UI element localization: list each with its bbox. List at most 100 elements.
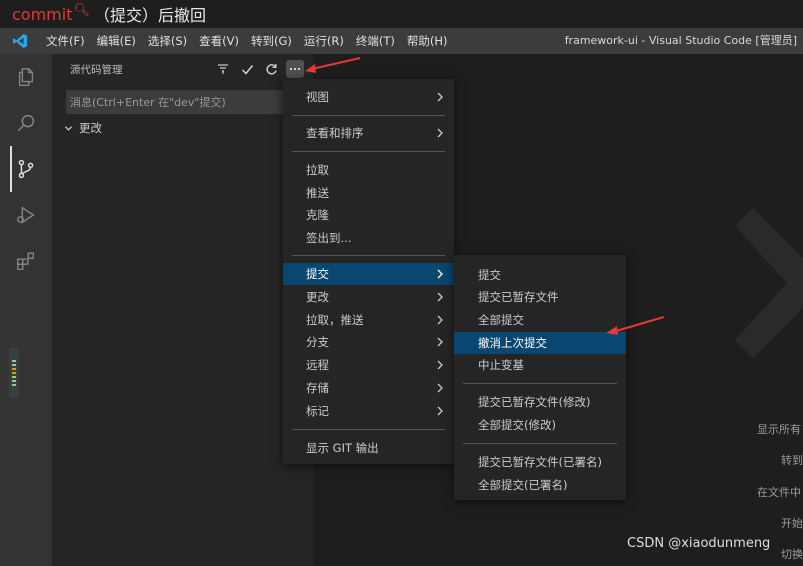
menu-separator — [463, 383, 617, 384]
menu-selection[interactable]: 选择(S) — [142, 28, 193, 54]
refresh-icon[interactable] — [262, 60, 280, 78]
chevron-right-icon — [436, 263, 444, 285]
editor-hint: 显示所有 — [757, 423, 801, 436]
caption-text: （提交）后撤回 — [94, 6, 207, 25]
menu-item-changes[interactable]: 更改 — [283, 286, 454, 308]
menu-item-label: 提交已暂存文件(已署名) — [478, 455, 602, 469]
more-actions-menu: 视图 查看和排序 拉取 推送 克隆 签出到... 提交 更改 拉取，推送 分支 … — [283, 79, 454, 464]
menu-item-clone[interactable]: 克隆 — [283, 204, 454, 226]
menu-terminal[interactable]: 终端(T) — [350, 28, 401, 54]
menu-item-tags[interactable]: 标记 — [283, 400, 454, 422]
menu-item-push[interactable]: 推送 — [283, 182, 454, 204]
menu-item-label: 提交 — [478, 268, 501, 282]
changes-group[interactable]: 更改 — [64, 119, 102, 137]
magnifier-icon: 🔍︎ — [73, 2, 90, 18]
search-icon[interactable] — [0, 100, 52, 146]
submenu-item-commit-staged-signed[interactable]: 提交已暂存文件(已署名) — [454, 451, 626, 473]
activity-bar — [0, 54, 52, 566]
menu-item-checkout[interactable]: 签出到... — [283, 227, 454, 249]
menu-item-pull-push[interactable]: 拉取，推送 — [283, 309, 454, 331]
explorer-icon[interactable] — [0, 54, 52, 100]
menu-go[interactable]: 转到(G) — [245, 28, 298, 54]
submenu-item-commit-all-amend[interactable]: 全部提交(修改) — [454, 414, 626, 436]
menu-edit[interactable]: 编辑(E) — [91, 28, 142, 54]
menu-item-label: 中止变基 — [478, 358, 524, 372]
commit-submenu: 提交 提交已暂存文件 全部提交 撤消上次提交 中止变基 提交已暂存文件(修改) … — [454, 255, 626, 500]
editor-hint: 开始 — [781, 517, 803, 530]
menu-separator — [292, 151, 445, 152]
menu-view[interactable]: 查看(V) — [193, 28, 245, 54]
menu-item-label: 全部提交 — [478, 313, 524, 327]
menu-help[interactable]: 帮助(H) — [401, 28, 454, 54]
menu-item-label: 拉取，推送 — [306, 313, 364, 327]
menu-item-label: 全部提交(已署名) — [478, 478, 568, 492]
menu-item-label: 视图 — [306, 90, 329, 104]
submenu-item-commit[interactable]: 提交 — [454, 264, 626, 286]
menu-separator — [292, 255, 445, 256]
editor-hint: 转到 — [781, 454, 803, 467]
chevron-right-icon — [436, 122, 444, 144]
menu-bar: 文件(F) 编辑(E) 选择(S) 查看(V) 转到(G) 运行(R) 终端(T… — [40, 28, 453, 54]
menu-item-label: 克隆 — [306, 208, 329, 222]
menu-item-label: 提交已暂存文件(修改) — [478, 395, 591, 409]
menu-item-pull[interactable]: 拉取 — [283, 159, 454, 181]
window-title: framework-ui - Visual Studio Code [管理员] — [564, 34, 797, 47]
vscode-logo-icon — [0, 28, 40, 54]
caption-keyword: commit — [12, 4, 73, 24]
view-as-tree-icon[interactable] — [214, 60, 232, 78]
changes-label: 更改 — [79, 121, 102, 135]
menu-item-label: 查看和排序 — [306, 126, 364, 140]
menu-item-label: 签出到... — [306, 231, 352, 245]
menu-item-label: 远程 — [306, 358, 329, 372]
extensions-icon[interactable] — [0, 238, 52, 284]
menu-item-remote[interactable]: 远程 — [283, 354, 454, 376]
menu-item-label: 提交 — [306, 267, 329, 281]
menu-file[interactable]: 文件(F) — [40, 28, 91, 54]
menu-item-label: 标记 — [306, 404, 329, 418]
chevron-right-icon — [436, 309, 444, 331]
menu-item-label: 存储 — [306, 381, 329, 395]
menu-item-branch[interactable]: 分支 — [283, 331, 454, 353]
commit-check-icon[interactable] — [238, 60, 256, 78]
submenu-item-commit-staged[interactable]: 提交已暂存文件 — [454, 286, 626, 308]
csdn-watermark: CSDN @xiaodunmeng — [627, 536, 771, 551]
menu-item-view[interactable]: 视图 — [283, 86, 454, 108]
menu-item-view-sort[interactable]: 查看和排序 — [283, 122, 454, 144]
submenu-item-commit-all-signed[interactable]: 全部提交(已署名) — [454, 474, 626, 496]
menu-item-label: 推送 — [306, 186, 329, 200]
menu-item-label: 分支 — [306, 335, 329, 349]
menu-separator — [292, 115, 445, 116]
run-debug-icon[interactable] — [0, 192, 52, 238]
menu-item-label: 提交已暂存文件 — [478, 290, 559, 304]
menu-item-label: 拉取 — [306, 163, 329, 177]
editor-hint: 在文件中 — [757, 486, 801, 499]
source-control-icon[interactable] — [0, 146, 52, 192]
chevron-right-icon — [436, 86, 444, 108]
menu-item-label: 撤消上次提交 — [478, 336, 547, 350]
menu-item-label: 更改 — [306, 290, 329, 304]
annotation-arrow-icon — [305, 57, 361, 73]
chevron-right-icon — [436, 354, 444, 376]
editor-hint: 切换 — [781, 548, 803, 561]
chevron-right-icon — [436, 377, 444, 399]
menu-separator — [463, 443, 617, 444]
menu-separator — [292, 429, 445, 430]
menu-run[interactable]: 运行(R) — [298, 28, 350, 54]
scm-indicator — [9, 348, 19, 398]
menu-item-show-git-output[interactable]: 显示 GIT 输出 — [283, 437, 454, 459]
article-caption: commit 🔍︎ （提交）后撤回 — [0, 0, 803, 28]
menu-item-stash[interactable]: 存储 — [283, 377, 454, 399]
vscode-watermark-icon — [735, 208, 803, 361]
menu-item-label: 显示 GIT 输出 — [306, 441, 379, 455]
panel-actions — [214, 60, 304, 78]
commit-message-input[interactable] — [66, 90, 284, 114]
annotation-arrow-icon — [606, 316, 665, 335]
submenu-item-abort-rebase[interactable]: 中止变基 — [454, 354, 626, 376]
title-bar: 文件(F) 编辑(E) 选择(S) 查看(V) 转到(G) 运行(R) 终端(T… — [0, 28, 803, 54]
submenu-item-commit-staged-amend[interactable]: 提交已暂存文件(修改) — [454, 391, 626, 413]
menu-item-label: 全部提交(修改) — [478, 418, 556, 432]
chevron-right-icon — [436, 331, 444, 353]
chevron-right-icon — [436, 400, 444, 422]
chevron-right-icon — [436, 286, 444, 308]
menu-item-commit[interactable]: 提交 — [283, 263, 454, 285]
